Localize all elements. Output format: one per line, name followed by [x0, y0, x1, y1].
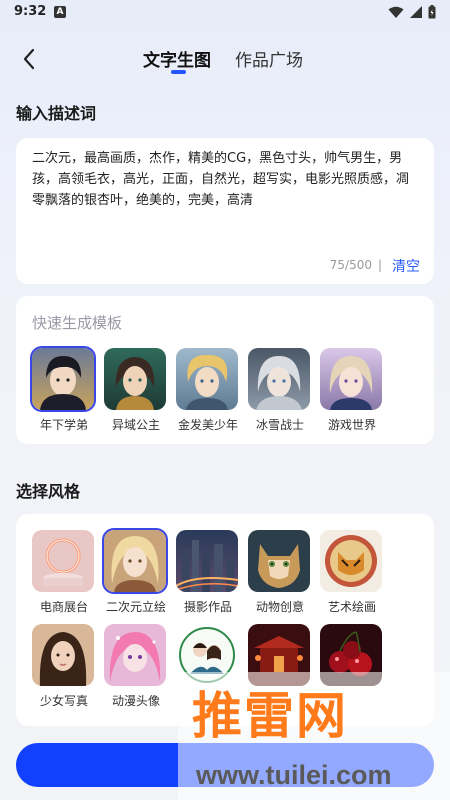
- prompt-card: 二次元，最高画质，杰作，精美的CG，黑色寸头，帅气男生，男孩，高领毛衣，高光，正…: [16, 138, 434, 284]
- template-thumbnail: [320, 348, 382, 410]
- template-label: 冰雪战士: [255, 418, 304, 432]
- back-button[interactable]: [14, 44, 44, 74]
- wifi-icon: [388, 6, 404, 18]
- template-label: 游戏世界: [327, 418, 376, 432]
- template-item[interactable]: 年下学弟: [30, 346, 96, 433]
- template-thumbnail: [104, 348, 166, 410]
- template-item[interactable]: 异域公主: [104, 348, 168, 433]
- chevron-left-icon: [23, 48, 35, 70]
- style-label: 少女写真: [39, 694, 88, 708]
- status-bar: 9:32 A: [0, 0, 450, 26]
- style-label: 艺术绘画: [327, 600, 376, 614]
- style-label: 动漫头像: [111, 694, 160, 708]
- style-thumbnail: [248, 530, 310, 592]
- style-thumbnail: [176, 530, 238, 592]
- style-item[interactable]: 二次元立绘: [102, 528, 168, 615]
- template-label: 异域公主: [111, 418, 160, 432]
- prompt-input[interactable]: 二次元，最高画质，杰作，精美的CG，黑色寸头，帅气男生，男孩，高领毛衣，高光，正…: [32, 148, 420, 211]
- signal-icon: [410, 5, 422, 18]
- watermark-url: www.tuilei.com: [196, 760, 392, 790]
- template-section-title: 快速生成模板: [32, 314, 123, 332]
- status-time: 9:32: [14, 4, 47, 19]
- template-card: 快速生成模板 年下学弟 异域公主 金发美少年 冰雪战士 游戏世界: [16, 296, 434, 444]
- style-label: 摄影作品: [183, 600, 232, 614]
- template-item[interactable]: 金发美少年: [176, 348, 240, 433]
- style-label: 电商展台: [39, 600, 88, 614]
- clear-button[interactable]: 清空: [392, 256, 420, 276]
- active-tab-indicator: [171, 70, 186, 74]
- style-thumbnail: [102, 528, 168, 594]
- style-thumbnail: [32, 530, 94, 592]
- prompt-section-title: 输入描述词: [16, 104, 97, 123]
- style-thumbnail: [32, 624, 94, 686]
- style-item[interactable]: 动物创意: [248, 530, 312, 615]
- template-thumbnail: [176, 348, 238, 410]
- style-item[interactable]: 电商展台: [32, 530, 96, 615]
- style-section-title: 选择风格: [16, 482, 81, 501]
- style-item[interactable]: 艺术绘画: [320, 530, 384, 615]
- style-thumbnail: [104, 624, 166, 686]
- template-label: 年下学弟: [39, 418, 88, 432]
- template-thumbnail: [30, 346, 96, 412]
- tab-text-to-image[interactable]: 文字生图: [143, 46, 211, 71]
- template-label: 金发美少年: [177, 418, 238, 432]
- char-counter: 75/500: [329, 258, 372, 272]
- top-nav: 文字生图 作品广场: [0, 40, 450, 80]
- battery-icon: [428, 5, 436, 19]
- style-item[interactable]: 动漫头像: [104, 624, 168, 709]
- notification-icon: A: [54, 6, 66, 18]
- template-item[interactable]: 冰雪战士: [248, 348, 312, 433]
- style-item[interactable]: 摄影作品: [176, 530, 240, 615]
- tab-works-square[interactable]: 作品广场: [235, 46, 303, 71]
- style-item[interactable]: 少女写真: [32, 624, 96, 709]
- watermark-brand: 推雷网: [192, 687, 348, 745]
- style-label: 动物创意: [255, 600, 304, 614]
- style-thumbnail: [320, 530, 382, 592]
- template-thumbnail: [248, 348, 310, 410]
- style-label: 二次元立绘: [105, 600, 166, 614]
- template-item[interactable]: 游戏世界: [320, 348, 384, 433]
- counter-separator: |: [377, 258, 382, 272]
